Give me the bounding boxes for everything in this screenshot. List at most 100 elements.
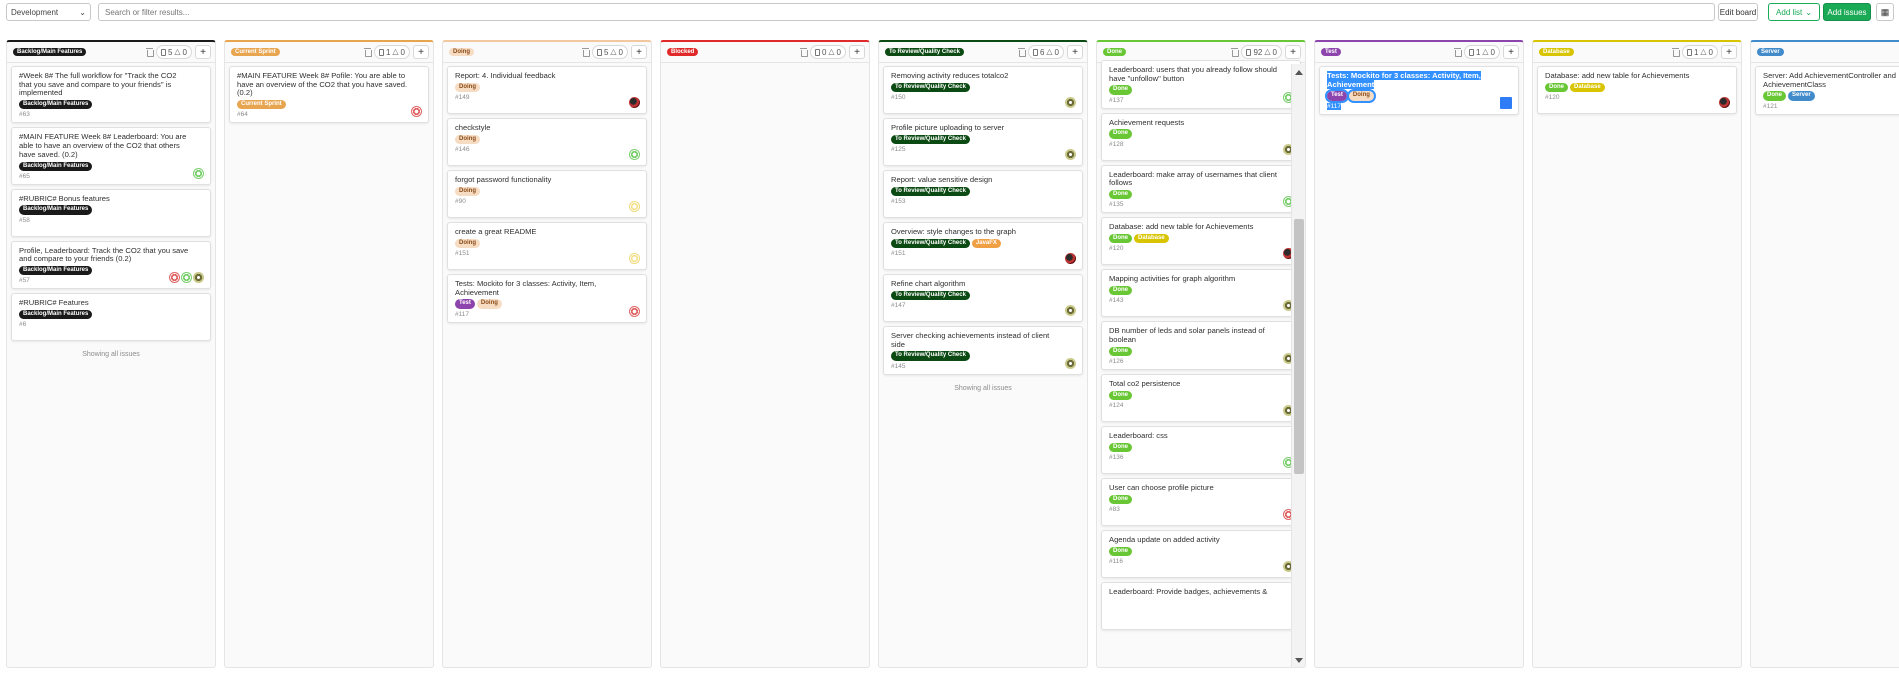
issue-card[interactable]: #MAIN FEATURE Week 8# Pofile: You are ab… [229,66,429,124]
label-backlog-main-features[interactable]: Backlog/Main Features [19,310,93,320]
issue-card[interactable]: Leaderboard: css Done #136 [1101,425,1301,474]
avatar[interactable] [629,149,640,160]
label-done[interactable]: Done [1763,91,1786,101]
issue-card[interactable]: Overview: style changes to the graph To R… [883,222,1083,270]
avatar[interactable] [1065,149,1076,160]
label-doing[interactable]: Doing [455,82,480,92]
issue-card[interactable]: Refine chart algorithm To Review/Quality … [883,274,1083,322]
label-javafx[interactable]: JavaFX [971,238,1001,248]
issue-title[interactable]: Total co2 persistence [1109,379,1294,389]
issue-title[interactable]: Tests: Mockito for 3 classes: Activity, … [455,279,640,297]
issue-title[interactable]: forgot password functionality [455,175,640,185]
scroll-up-arrow-icon[interactable] [1295,70,1303,75]
label-to-review-quality-check[interactable]: To Review/Quality Check [891,82,970,92]
issue-title[interactable]: DB number of leds and solar panels inste… [1109,326,1294,344]
issue-title[interactable]: Leaderboard: css [1109,431,1294,441]
issue-card[interactable]: DB number of leds and solar panels inste… [1101,321,1301,370]
issue-title[interactable]: Achievement requests [1109,118,1294,128]
label-doing[interactable]: Doing [455,238,480,248]
avatar[interactable] [629,253,640,264]
list-title-label[interactable]: Current Sprint [231,48,280,56]
label-done[interactable]: Done [1109,129,1132,139]
label-done[interactable]: Done [1109,546,1132,556]
issue-title[interactable]: Tests: Mockito for 3 classes: Activity, … [1327,71,1512,89]
issue-title[interactable]: Database: add new table for Achievements [1545,71,1730,81]
trash-icon[interactable] [1017,48,1026,57]
issue-title[interactable]: Overview: style changes to the graph [891,227,1076,237]
issue-card[interactable]: Database: add new table for Achievements… [1101,217,1301,266]
scroll-down-arrow-icon[interactable] [1295,658,1303,663]
label-doing[interactable]: Doing [455,134,480,144]
label-database[interactable]: Database [1134,233,1169,244]
issue-title[interactable]: Report: 4. Individual feedback [455,71,640,81]
label-done[interactable]: Done [1109,494,1132,504]
label-backlog-main-features[interactable]: Backlog/Main Features [19,161,93,171]
label-backlog-main-features[interactable]: Backlog/Main Features [19,205,93,215]
avatar[interactable] [1719,97,1730,108]
issue-title[interactable]: Profile picture uploading to server [891,123,1076,133]
issue-card[interactable]: #RUBRIC# Bonus features Backlog/Main Feat… [11,188,211,237]
issue-card[interactable]: Leaderboard: Provide badges, achievement… [1101,581,1301,630]
issue-card[interactable]: #RUBRIC# Features Backlog/Main Features #6 [11,293,211,342]
avatar[interactable] [629,97,640,108]
issue-title[interactable]: create a great README [455,227,640,237]
avatar[interactable] [1065,357,1076,369]
issue-title[interactable]: Mapping activities for graph algorithm [1109,274,1294,284]
list-title-label[interactable]: Test [1321,48,1341,56]
add-list-button[interactable]: Add list ⌄ [1768,3,1820,21]
list-title-label[interactable]: Backlog/Main Features [13,48,87,56]
add-issue-to-list-button[interactable]: + [1503,45,1519,59]
issue-title[interactable]: Report: value sensitive design [891,175,1076,185]
avatar[interactable] [629,305,640,317]
label-done[interactable]: Done [1109,346,1132,356]
avatar[interactable] [1500,96,1512,109]
issue-card[interactable]: Removing activity reduces totalco2 To Rev… [883,66,1083,114]
list-title-label[interactable]: Done [1103,48,1126,56]
label-to-review-quality-check[interactable]: To Review/Quality Check [891,238,970,248]
avatar[interactable] [181,272,192,284]
trash-icon[interactable] [1671,48,1680,57]
label-done[interactable]: Done [1109,85,1132,95]
label-server[interactable]: Server [1788,91,1815,101]
label-test[interactable]: Test [455,299,475,309]
issue-title[interactable]: User can choose profile picture [1109,483,1294,493]
label-to-review-quality-check[interactable]: To Review/Quality Check [891,290,970,300]
add-issue-to-list-button[interactable]: + [849,45,865,59]
grid-menu-icon[interactable]: ▦ [1876,3,1894,21]
label-to-review-quality-check[interactable]: To Review/Quality Check [891,186,970,196]
add-issue-to-list-button[interactable]: + [413,45,429,59]
trash-icon[interactable] [1453,48,1462,57]
issue-card[interactable]: Leaderboard: users that you already foll… [1101,60,1301,109]
scrollbar-thumb[interactable] [1294,219,1304,474]
issue-title[interactable]: Agenda update on added activity [1109,535,1294,545]
issue-title[interactable]: Leaderboard: make array of usernames tha… [1109,170,1294,188]
avatar[interactable] [1065,97,1076,108]
issue-card[interactable]: #MAIN FEATURE Week 8# Leaderboard: You a… [11,127,211,185]
trash-icon[interactable] [799,48,808,57]
list-scrollbar[interactable] [1291,64,1305,667]
issue-title[interactable]: Refine chart algorithm [891,279,1076,289]
issue-card[interactable]: forgot password functionality Doing #90 [447,170,647,218]
label-doing[interactable]: Doing [1346,89,1376,103]
issue-card[interactable]: Database: add new table for Achievements… [1537,66,1737,114]
add-issue-to-list-button[interactable]: + [1067,45,1083,59]
issue-card[interactable]: Agenda update on added activity Done #116 [1101,529,1301,578]
issue-card[interactable]: Profile, Leaderboard: Track the CO2 that… [11,240,211,290]
label-done[interactable]: Done [1109,390,1132,400]
avatar[interactable] [411,106,422,118]
issue-title[interactable]: #Week 8# The full workflow for "Track th… [19,71,204,98]
label-test[interactable]: Test [1325,89,1349,103]
issue-card[interactable]: Total co2 persistence Done #124 [1101,373,1301,422]
issue-card[interactable]: Mapping activities for graph algorithm Do… [1101,269,1301,318]
issue-card[interactable]: Tests: Mockito for 3 classes: Activity, … [1319,66,1519,115]
label-to-review-quality-check[interactable]: To Review/Quality Check [891,134,970,144]
issue-card[interactable]: checkstyle Doing #146 [447,118,647,166]
trash-icon[interactable] [363,48,372,57]
issue-card[interactable]: Leaderboard: make array of usernames tha… [1101,164,1301,214]
add-issue-to-list-button[interactable]: + [195,45,211,59]
issue-title[interactable]: #RUBRIC# Features [19,298,204,308]
issue-title[interactable]: #MAIN FEATURE Week 8# Pofile: You are ab… [237,71,422,98]
label-backlog-main-features[interactable]: Backlog/Main Features [19,266,93,276]
avatar[interactable] [629,201,640,212]
label-done[interactable]: Done [1109,190,1132,200]
